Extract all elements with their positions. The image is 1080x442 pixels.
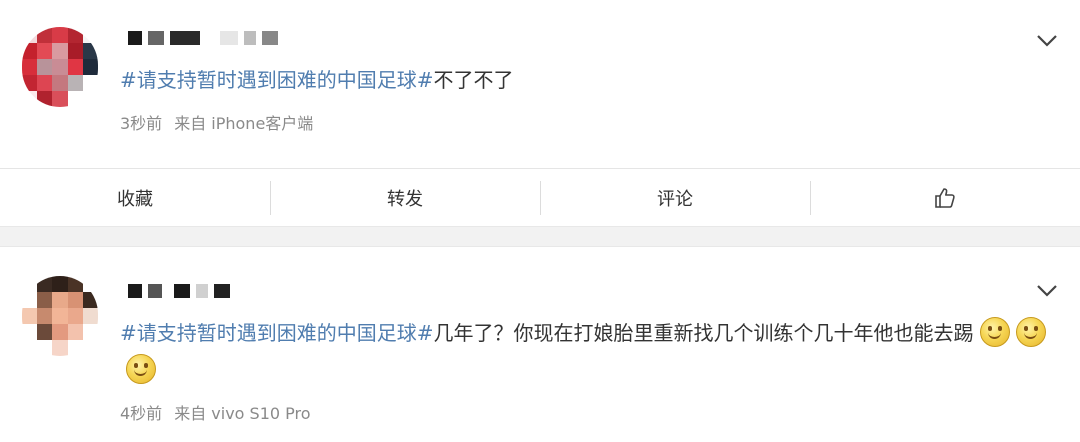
post-text: #请支持暂时遇到困难的中国足球#不了不了 (120, 62, 1050, 99)
post-text: #请支持暂时遇到困难的中国足球#几年了？你现在打娘胎里重新找几个训练个几十年他也… (120, 315, 1050, 389)
feed-separator (0, 226, 1080, 247)
repost-label: 转发 (387, 189, 423, 210)
post-time: 4秒前 (120, 404, 163, 423)
chevron-down-icon[interactable] (1036, 34, 1058, 48)
post-source: 来自 vivo S10 Pro (174, 404, 311, 423)
post-content: 不了不了 (433, 68, 514, 92)
chevron-down-icon[interactable] (1036, 284, 1058, 298)
thumbs-up-icon (935, 188, 955, 208)
username-redacted[interactable] (128, 30, 284, 46)
smile-emoji-icon (126, 354, 156, 384)
comment-button[interactable]: 评论 (540, 169, 810, 227)
post-source: 来自 iPhone客户端 (174, 114, 314, 133)
smile-emoji-icon (1015, 317, 1046, 347)
pixelated-avatar-icon[interactable] (22, 27, 98, 107)
pixelated-avatar-icon[interactable] (22, 276, 98, 356)
repost-button[interactable]: 转发 (270, 169, 540, 227)
topic-link[interactable]: #请支持暂时遇到困难的中国足球# (120, 68, 434, 92)
post-meta: 3秒前 来自 iPhone客户端 (120, 110, 313, 134)
like-button[interactable] (810, 169, 1080, 227)
comment-label: 评论 (657, 189, 693, 210)
weibo-post-1: #请支持暂时遇到困难的中国足球#不了不了 3秒前 来自 iPhone客户端 (0, 0, 1080, 168)
favorite-button[interactable]: 收藏 (0, 169, 270, 227)
topic-link[interactable]: #请支持暂时遇到困难的中国足球# (120, 321, 434, 345)
smile-emoji-icon (979, 317, 1010, 347)
action-bar: 收藏 转发 评论 (0, 168, 1080, 227)
username-redacted[interactable] (128, 283, 236, 299)
post-meta: 4秒前 来自 vivo S10 Pro (120, 400, 311, 424)
post-time: 3秒前 (120, 114, 163, 133)
weibo-post-2: #请支持暂时遇到困难的中国足球#几年了？你现在打娘胎里重新找几个训练个几十年他也… (0, 247, 1080, 442)
post-content: 几年了？你现在打娘胎里重新找几个训练个几十年他也能去踢 (433, 321, 974, 345)
favorite-label: 收藏 (117, 189, 153, 210)
